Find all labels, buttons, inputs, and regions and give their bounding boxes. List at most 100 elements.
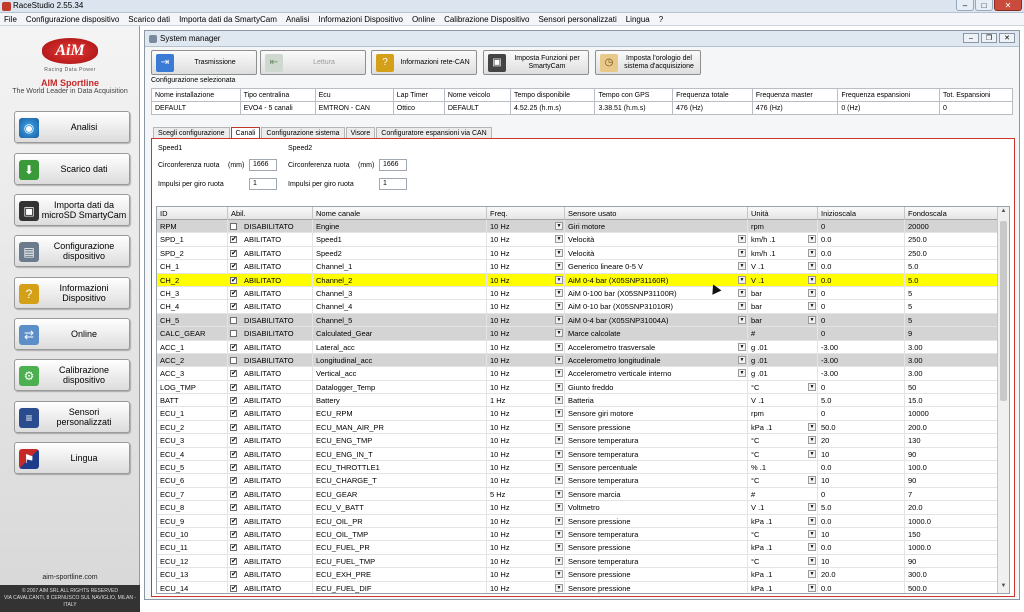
freq-dropdown-icon[interactable]: ▼ — [555, 315, 563, 324]
enable-checkbox[interactable]: ✔ — [230, 477, 237, 485]
enable-checkbox[interactable]: ✔ — [230, 504, 237, 512]
enable-checkbox[interactable]: ✔ — [230, 410, 237, 418]
unit-dropdown-icon[interactable]: ▼ — [808, 449, 816, 458]
menu-informazioni[interactable]: Informazioni Dispositivo — [318, 15, 402, 24]
freq-dropdown-icon[interactable]: ▼ — [555, 342, 563, 351]
unit-dropdown-icon[interactable]: ▼ — [808, 235, 816, 244]
table-row[interactable]: CH_5 DISABILITATO Channel_5 10 Hz AiM 0-4 ba… — [157, 313, 998, 328]
table-row[interactable]: ECU_8 ✔ ABILITATO ECU_V_BATT 10 Hz Voltmetro V… — [157, 501, 998, 515]
window-minimize-button[interactable]: – — [963, 33, 979, 43]
enable-checkbox[interactable]: ✔ — [230, 544, 237, 552]
unit-dropdown-icon[interactable]: ▼ — [808, 302, 816, 311]
menu-file[interactable]: File — [4, 15, 17, 24]
unit-dropdown-icon[interactable]: ▼ — [808, 583, 816, 592]
freq-dropdown-icon[interactable]: ▼ — [555, 583, 563, 592]
table-row[interactable]: ECU_1 ✔ ABILITATO ECU_RPM 10 Hz Sensore giri … — [157, 407, 998, 421]
table-row[interactable]: ECU_3 ✔ ABILITATO ECU_ENG_TMP 10 Hz Sensore t… — [157, 434, 998, 448]
sensor-dropdown-icon[interactable]: ▼ — [738, 342, 746, 351]
sensor-dropdown-icon[interactable]: ▼ — [738, 302, 746, 311]
nav-calibrazione-button[interactable]: ⚙ Calibrazione dispositivo — [14, 359, 130, 391]
sensor-dropdown-icon[interactable]: ▼ — [738, 288, 746, 297]
menu-help[interactable]: ? — [659, 15, 663, 24]
table-row[interactable]: BATT ✔ ABILITATO Battery 1 Hz Batteria V .1 5.0… — [157, 394, 998, 408]
maximize-button[interactable]: □ — [975, 0, 993, 11]
col-freq-header[interactable]: Freq. — [487, 207, 565, 220]
table-row[interactable]: ACC_1 ✔ ABILITATO Lateral_acc 10 Hz Accelerom… — [157, 340, 998, 354]
table-row[interactable]: ECU_13 ✔ ABILITATO ECU_EXH_PRE 10 Hz Sensore … — [157, 568, 998, 582]
freq-dropdown-icon[interactable]: ▼ — [555, 369, 563, 378]
unit-dropdown-icon[interactable]: ▼ — [808, 529, 816, 538]
freq-dropdown-icon[interactable]: ▼ — [555, 262, 563, 271]
freq-dropdown-icon[interactable]: ▼ — [555, 449, 563, 458]
col-inizio-header[interactable]: Inizioscala — [818, 207, 905, 220]
enable-checkbox[interactable]: ✔ — [230, 276, 237, 284]
table-row[interactable]: SPD_1 ✔ ABILITATO Speed1 10 Hz Velocità km/h .… — [157, 233, 998, 247]
menu-lingua[interactable]: Lingua — [626, 15, 650, 24]
unit-dropdown-icon[interactable]: ▼ — [808, 422, 816, 431]
trasmissione-button[interactable]: ⇥ Trasmissione — [151, 50, 257, 75]
unit-dropdown-icon[interactable]: ▼ — [808, 503, 816, 512]
unit-dropdown-icon[interactable]: ▼ — [808, 570, 816, 579]
freq-dropdown-icon[interactable]: ▼ — [555, 463, 563, 472]
enable-checkbox[interactable]: ✔ — [230, 437, 237, 445]
sensor-dropdown-icon[interactable]: ▼ — [738, 355, 746, 364]
sensor-dropdown-icon[interactable]: ▼ — [738, 315, 746, 324]
enable-checkbox[interactable]: ✔ — [230, 530, 237, 538]
enable-checkbox[interactable]: ✔ — [230, 397, 237, 405]
enable-checkbox[interactable]: ✔ — [230, 370, 237, 378]
table-row[interactable]: ACC_2 DISABILITATO Longitudinal_acc 10 Hz Ac… — [157, 353, 998, 368]
enable-checkbox[interactable]: ✔ — [230, 383, 237, 391]
freq-dropdown-icon[interactable]: ▼ — [555, 489, 563, 498]
freq-dropdown-icon[interactable]: ▼ — [555, 235, 563, 244]
enable-checkbox[interactable]: ✔ — [230, 423, 237, 431]
unit-dropdown-icon[interactable]: ▼ — [808, 516, 816, 525]
enable-checkbox[interactable]: ✔ — [230, 557, 237, 565]
freq-dropdown-icon[interactable]: ▼ — [555, 396, 563, 405]
col-nome-header[interactable]: Nome canale — [313, 207, 487, 220]
table-row[interactable]: ECU_9 ✔ ABILITATO ECU_OIL_PR 10 Hz Sensore pr… — [157, 514, 998, 528]
freq-dropdown-icon[interactable]: ▼ — [555, 329, 563, 338]
freq-dropdown-icon[interactable]: ▼ — [555, 529, 563, 538]
vertical-scrollbar[interactable]: ▲ ▼ — [997, 207, 1009, 593]
table-row[interactable]: ECU_4 ✔ ABILITATO ECU_ENG_IN_T 10 Hz Sensore … — [157, 447, 998, 462]
enable-checkbox[interactable]: ✔ — [230, 263, 237, 271]
table-row[interactable]: ECU_5 ✔ ABILITATO ECU_THROTTLE1 10 Hz Sensore… — [157, 461, 998, 475]
enable-checkbox[interactable] — [230, 223, 237, 230]
enable-checkbox[interactable] — [230, 316, 237, 324]
nav-analisi-button[interactable]: ◉ Analisi — [14, 111, 130, 143]
freq-dropdown-icon[interactable]: ▼ — [555, 409, 563, 418]
col-sensore-header[interactable]: Sensore usato — [565, 207, 748, 220]
menu-configurazione[interactable]: Configurazione dispositivo — [26, 15, 119, 24]
enable-checkbox[interactable]: ✔ — [230, 571, 237, 579]
nav-configurazione-button[interactable]: ▤ Configurazione dispositivo — [14, 235, 130, 267]
nav-informazioni-button[interactable]: ? Informazioni Dispositivo — [14, 277, 130, 309]
scroll-down-icon[interactable]: ▼ — [999, 583, 1008, 592]
speed1-circ-input[interactable]: 1666 — [249, 159, 277, 171]
freq-dropdown-icon[interactable]: ▼ — [555, 503, 563, 512]
tab-visore[interactable]: Visore — [345, 127, 376, 138]
table-row[interactable]: ECU_2 ✔ ABILITATO ECU_MAN_AIR_PR 10 Hz Sensor… — [157, 420, 998, 435]
tab-scegli-configurazione[interactable]: Scegli configurazione — [153, 127, 230, 138]
scrollbar-thumb[interactable] — [1000, 221, 1007, 401]
enable-checkbox[interactable]: ✔ — [230, 249, 237, 257]
freq-dropdown-icon[interactable]: ▼ — [555, 248, 563, 257]
table-row[interactable]: ECU_6 ✔ ABILITATO ECU_CHARGE_T 10 Hz Sensore … — [157, 474, 998, 488]
menu-online[interactable]: Online — [412, 15, 435, 24]
table-row[interactable]: CH_4 ✔ ABILITATO Channel_4 10 Hz AiM 0-10 bar… — [157, 300, 998, 314]
menu-scarico[interactable]: Scarico dati — [128, 15, 170, 24]
enable-checkbox[interactable]: ✔ — [230, 303, 237, 311]
freq-dropdown-icon[interactable]: ▼ — [555, 355, 563, 364]
freq-dropdown-icon[interactable]: ▼ — [555, 516, 563, 525]
enable-checkbox[interactable]: ✔ — [230, 289, 237, 297]
scroll-up-icon[interactable]: ▲ — [999, 208, 1008, 217]
col-id-header[interactable]: ID — [157, 207, 228, 220]
speed2-imp-input[interactable]: 1 — [379, 178, 407, 190]
freq-dropdown-icon[interactable]: ▼ — [555, 422, 563, 431]
window-close-button[interactable]: ✕ — [999, 33, 1015, 43]
nav-importa-button[interactable]: ▣ Importa dati da microSD SmartyCam — [14, 194, 130, 226]
unit-dropdown-icon[interactable]: ▼ — [808, 476, 816, 485]
enable-checkbox[interactable]: ✔ — [230, 236, 237, 244]
menu-analisi[interactable]: Analisi — [286, 15, 310, 24]
col-abil-header[interactable]: Abil. — [228, 207, 313, 220]
freq-dropdown-icon[interactable]: ▼ — [555, 222, 563, 230]
